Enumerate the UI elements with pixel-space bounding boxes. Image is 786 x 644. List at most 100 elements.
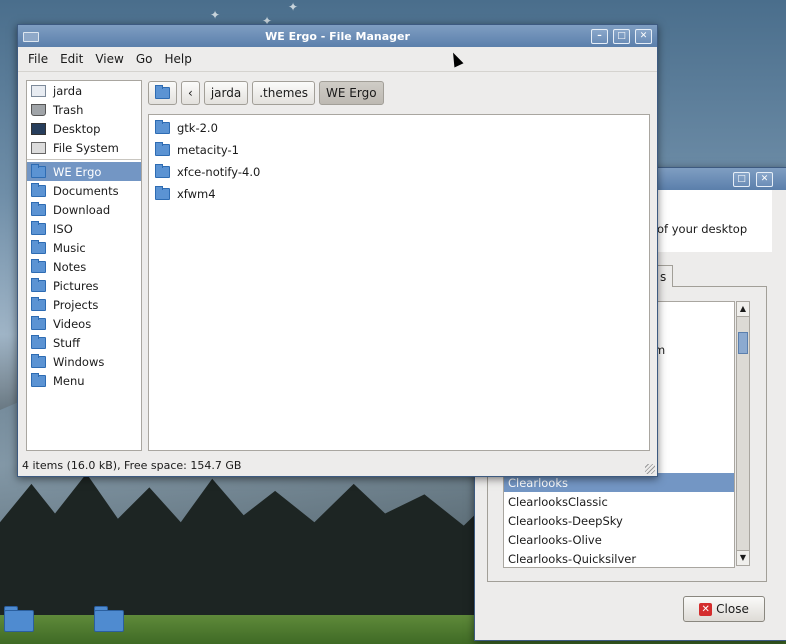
menu-edit[interactable]: Edit <box>54 52 89 66</box>
sidebar-item-file-system[interactable]: File System <box>27 138 141 157</box>
sidebar-item-download[interactable]: Download <box>27 200 141 219</box>
file-manager-window: WE Ergo - File Manager – □ ✕ File Edit Vie… <box>17 24 658 477</box>
folder-icon <box>31 315 46 330</box>
close-button-label: Close <box>716 602 749 616</box>
theme-list-scrollbar[interactable]: ▲ ▼ <box>736 301 750 566</box>
folder-icon <box>155 164 170 178</box>
sidebar-item-label: Download <box>53 202 111 217</box>
folder-icon <box>31 163 46 178</box>
window-title: WE Ergo - File Manager <box>265 29 410 43</box>
folder-icon <box>31 239 46 254</box>
menu-view[interactable]: View <box>89 52 129 66</box>
sidebar-item-documents[interactable]: Documents <box>27 181 141 200</box>
theme-list-item[interactable]: Clearlooks-DeepSky <box>504 511 734 530</box>
sidebar-item-label: ISO <box>53 221 73 236</box>
folder-icon <box>31 372 46 387</box>
breadcrumb-button[interactable]: .themes <box>252 81 316 105</box>
home-icon <box>31 84 46 97</box>
close-button[interactable]: ✕ Close <box>683 596 765 622</box>
sidebar-item-label: Music <box>53 240 86 255</box>
maximize-button[interactable]: □ <box>733 172 750 187</box>
sidebar-item-windows[interactable]: Windows <box>27 352 141 371</box>
folder-icon <box>31 258 46 273</box>
minimize-button[interactable]: – <box>591 29 608 44</box>
theme-list-item[interactable]: Clearlooks-Olive <box>504 530 734 549</box>
folder-icon <box>31 277 46 292</box>
list-item[interactable]: metacity-1 <box>149 139 649 161</box>
folder-icon <box>31 353 46 368</box>
list-item[interactable]: xfce-notify-4.0 <box>149 161 649 183</box>
folder-icon <box>31 220 46 235</box>
sidebar-item-label: Stuff <box>53 335 81 350</box>
maximize-button[interactable]: □ <box>613 29 630 44</box>
sidebar-item-label: Projects <box>53 297 99 312</box>
sidebar-item-desktop[interactable]: Desktop <box>27 119 141 138</box>
sidebar: jarda Trash Desktop File System WE Ergo Docu… <box>26 80 142 451</box>
sidebar-item-iso[interactable]: ISO <box>27 219 141 238</box>
drive-icon <box>31 141 46 154</box>
theme-list-item[interactable]: ClearlooksClassic <box>504 492 734 511</box>
sidebar-item-trash[interactable]: Trash <box>27 100 141 119</box>
file-manager-titlebar[interactable]: WE Ergo - File Manager – □ ✕ <box>18 25 657 47</box>
sidebar-item-notes[interactable]: Notes <box>27 257 141 276</box>
folder-icon <box>31 296 46 311</box>
sidebar-item-pictures[interactable]: Pictures <box>27 276 141 295</box>
folder-icon <box>31 334 46 349</box>
sidebar-item-projects[interactable]: Projects <box>27 295 141 314</box>
location-toggle-button[interactable] <box>148 81 177 105</box>
resize-grip[interactable] <box>645 464 655 474</box>
scroll-up-icon[interactable]: ▲ <box>737 302 749 317</box>
sidebar-item-music[interactable]: Music <box>27 238 141 257</box>
folder-icon <box>155 85 170 99</box>
folder-icon <box>31 182 46 197</box>
sidebar-item-jarda[interactable]: jarda <box>27 81 141 100</box>
path-bar: ‹ jarda .themes WE Ergo <box>148 80 384 106</box>
sidebar-item-label: Menu <box>53 373 85 388</box>
file-name: metacity-1 <box>177 143 239 157</box>
sidebar-item-we-ergo[interactable]: WE Ergo <box>27 162 141 181</box>
close-window-button[interactable]: ✕ <box>635 29 652 44</box>
breadcrumb-button[interactable]: WE Ergo <box>319 81 384 105</box>
desktop-folder-icon[interactable] <box>2 604 34 632</box>
list-item[interactable]: xfwm4 <box>149 183 649 205</box>
menu-file[interactable]: File <box>22 52 54 66</box>
list-item[interactable]: gtk-2.0 <box>149 117 649 139</box>
menu-bar: File Edit View Go Help <box>18 47 657 72</box>
folder-icon <box>155 142 170 156</box>
sidebar-item-label: Pictures <box>53 278 99 293</box>
path-back-button[interactable]: ‹ <box>181 81 200 105</box>
close-window-button[interactable]: ✕ <box>756 172 773 187</box>
bird-icon: ✦ <box>210 8 221 22</box>
sidebar-item-label: File System <box>53 140 119 155</box>
breadcrumb-button[interactable]: jarda <box>203 81 249 105</box>
close-icon: ✕ <box>699 602 713 616</box>
menu-help[interactable]: Help <box>158 52 197 66</box>
desktop-folder-icon[interactable] <box>92 604 124 632</box>
file-name: gtk-2.0 <box>177 121 218 135</box>
window-menu-icon[interactable] <box>23 32 39 42</box>
scroll-down-icon[interactable]: ▼ <box>737 550 749 565</box>
theme-list-item[interactable]: Clearlooks-Quicksilver <box>504 549 734 567</box>
folder-icon <box>155 186 170 200</box>
sidebar-item-label: Windows <box>53 354 105 369</box>
file-list[interactable]: gtk-2.0 metacity-1 xfce-notify-4.0 xfwm4 <box>148 114 650 451</box>
sidebar-item-label: jarda <box>53 83 83 98</box>
scroll-thumb[interactable] <box>738 332 748 354</box>
sidebar-item-label: WE Ergo <box>53 164 102 179</box>
desktop-icon <box>31 122 46 135</box>
folder-icon <box>155 120 170 134</box>
sidebar-item-menu[interactable]: Menu <box>27 371 141 390</box>
sidebar-item-label: Documents <box>53 183 119 198</box>
appearance-description: of your desktop <box>657 222 748 236</box>
sidebar-item-label: Notes <box>53 259 87 274</box>
sidebar-item-label: Videos <box>53 316 92 331</box>
sidebar-item-stuff[interactable]: Stuff <box>27 333 141 352</box>
bird-icon: ✦ <box>288 0 299 14</box>
status-bar: 4 items (16.0 kB), Free space: 154.7 GB <box>22 459 242 472</box>
folder-icon <box>31 201 46 216</box>
file-name: xfce-notify-4.0 <box>177 165 261 179</box>
sidebar-separator <box>27 159 141 160</box>
menu-go[interactable]: Go <box>130 52 159 66</box>
sidebar-item-videos[interactable]: Videos <box>27 314 141 333</box>
trash-icon <box>31 103 46 116</box>
